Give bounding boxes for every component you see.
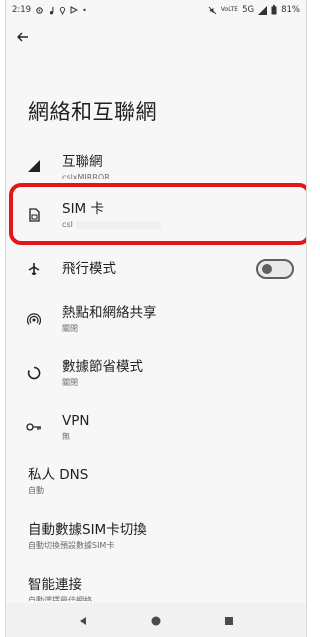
airplane-icon <box>6 262 62 276</box>
nav-recents-button[interactable] <box>224 611 234 630</box>
internet-label: 互聯網 <box>62 154 103 170</box>
status-left: 2:19 • <box>12 5 87 15</box>
data-saver-label: 數據節省模式 <box>62 359 143 375</box>
auto-data-sim-switch-sub: 自動切換預設數據SIM卡 <box>28 541 115 550</box>
internet-sub: cslxMIRROR <box>62 173 110 179</box>
page-title: 網絡和互聯網 <box>28 100 157 124</box>
battery-percent: 81% <box>281 5 300 15</box>
auto-data-sim-switch-label: 自動數據SIM卡切換 <box>28 522 147 538</box>
nav-home-button[interactable] <box>151 611 161 630</box>
airplane-mode-toggle[interactable] <box>256 259 294 279</box>
back-button[interactable] <box>12 26 34 48</box>
data-saver-item[interactable]: 數據節省模式 關閉 <box>6 354 306 392</box>
home-circle-icon <box>151 616 161 625</box>
hotspot-item[interactable]: 熱點和網絡共享 關閉 <box>6 300 306 338</box>
phone-screen: 2:19 • VoLTE 5G 81% 網絡和互聯網 互聯網 cslxMIRRO… <box>5 0 307 637</box>
data-saver-sub: 關閉 <box>62 378 78 387</box>
location-icon <box>59 6 66 15</box>
signal-icon <box>6 159 62 173</box>
vpn-label: VPN <box>62 413 90 429</box>
data-saver-icon <box>6 366 62 380</box>
smart-connect-item[interactable]: 智能連接 自動選擇最佳網絡 <box>6 572 306 604</box>
smart-connect-sub: 自動選擇最佳網絡 <box>28 595 92 601</box>
music-note-icon <box>49 6 54 14</box>
status-bar: 2:19 • VoLTE 5G 81% <box>6 0 306 20</box>
arrow-left-icon <box>17 32 28 42</box>
private-dns-sub: 自動 <box>28 486 44 495</box>
vpn-sub: 無 <box>62 432 70 441</box>
hotspot-label: 熱點和網絡共享 <box>62 305 157 321</box>
smart-connect-label: 智能連接 <box>28 576 82 593</box>
highlight-box <box>9 183 306 245</box>
status-right: VoLTE 5G 81% <box>208 5 300 15</box>
volte-icon: VoLTE <box>220 6 239 13</box>
gear-icon <box>36 6 43 14</box>
private-dns-item[interactable]: 私人 DNS 自動 <box>6 462 306 500</box>
vpn-item[interactable]: VPN 無 <box>6 408 306 446</box>
network-type: 5G <box>242 5 255 15</box>
play-icon <box>70 6 79 14</box>
airplane-mode-label: 飛行模式 <box>62 261 116 277</box>
internet-item[interactable]: 互聯網 cslxMIRROR <box>6 148 306 184</box>
navigation-bar <box>6 603 306 637</box>
clock: 2:19 <box>12 5 32 15</box>
private-dns-label: 私人 DNS <box>28 467 89 483</box>
hotspot-sub: 關閉 <box>62 324 78 333</box>
back-triangle-icon <box>79 616 86 625</box>
battery-icon <box>271 5 277 15</box>
mute-icon <box>208 6 217 14</box>
signal-icon <box>258 5 268 15</box>
vpn-key-icon <box>6 422 62 432</box>
airplane-mode-item[interactable]: 飛行模式 <box>6 254 306 284</box>
dot-icon: • <box>82 5 87 15</box>
toggle-knob <box>262 264 272 274</box>
auto-data-sim-switch-item[interactable]: 自動數據SIM卡切換 自動切換預設數據SIM卡 <box>6 517 306 555</box>
hotspot-icon <box>6 312 62 326</box>
nav-back-button[interactable] <box>78 611 88 630</box>
recents-square-icon <box>225 616 234 625</box>
